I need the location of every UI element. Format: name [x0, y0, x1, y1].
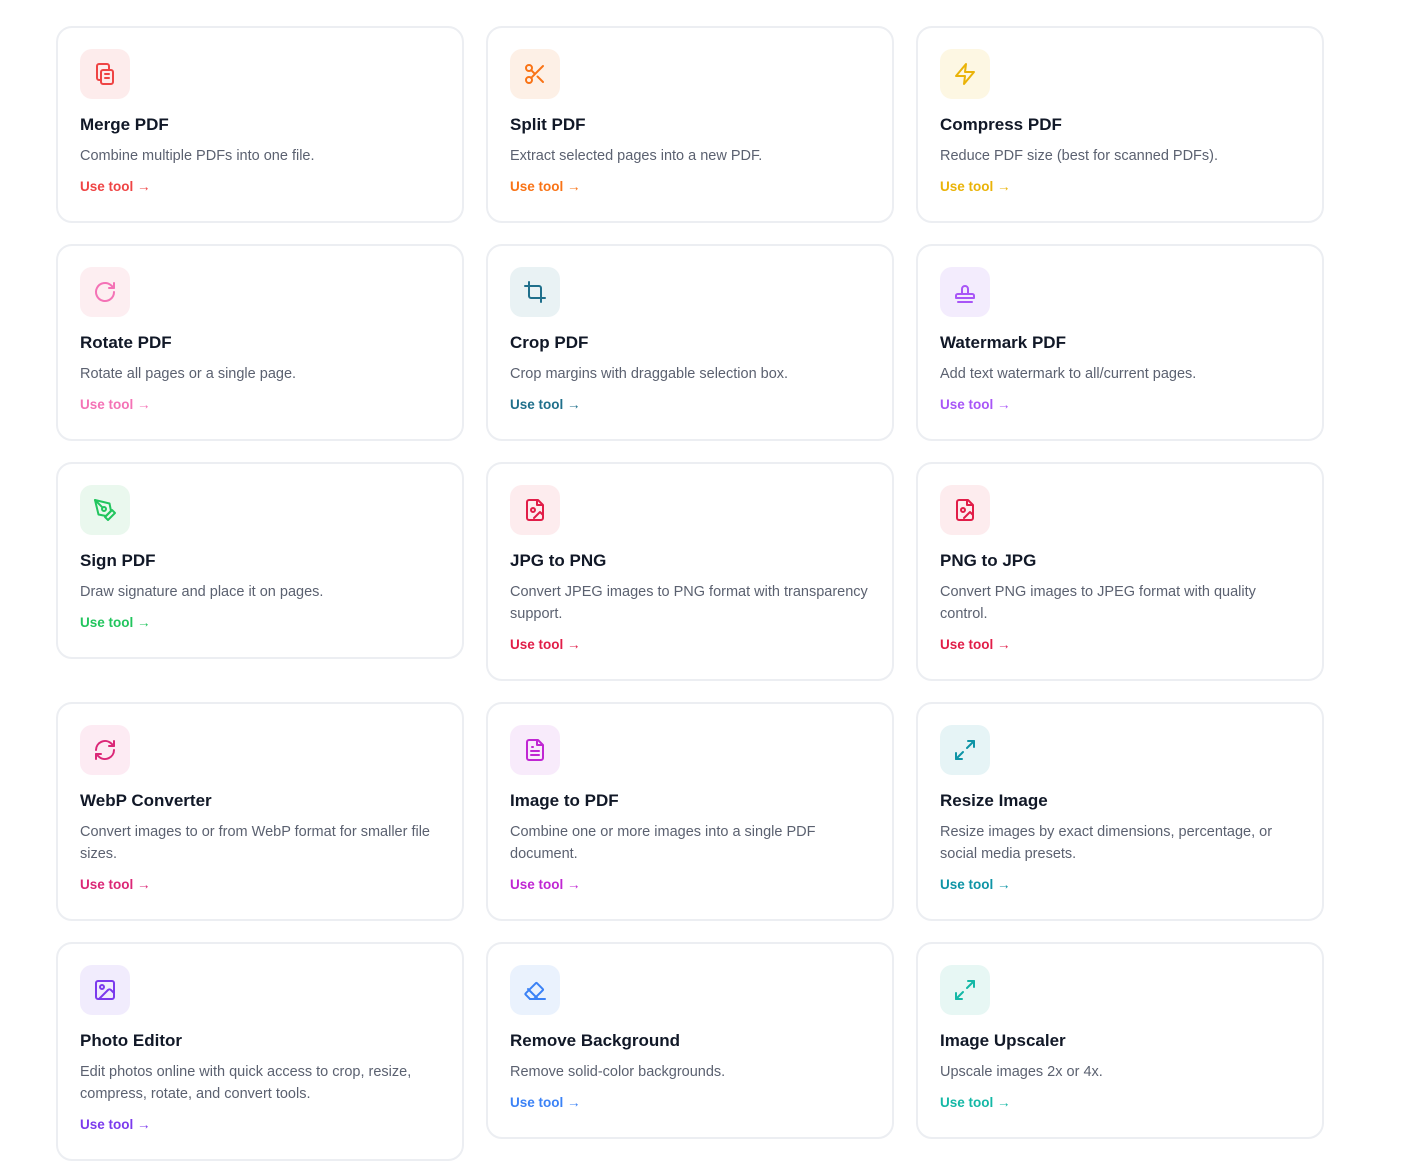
- scissors-icon: [510, 49, 560, 99]
- pen-tool-icon: [80, 485, 130, 535]
- file-image-icon: [510, 485, 560, 535]
- tool-description: Edit photos online with quick access to …: [80, 1064, 412, 1102]
- tool-card-merge-pdf[interactable]: Merge PDF Combine multiple PDFs into one …: [56, 26, 464, 223]
- tool-description: Remove solid-color backgrounds.: [510, 1064, 726, 1080]
- tool-title: Remove Background: [510, 1031, 681, 1050]
- stamp-icon: [940, 267, 990, 317]
- tool-card-rotate-pdf[interactable]: Rotate PDF Rotate all pages or a single p…: [56, 244, 464, 441]
- tool-card-resize-image[interactable]: Resize Image Resize images by exact dimen…: [916, 702, 1324, 921]
- use-tool-link[interactable]: Use tool →: [80, 876, 151, 894]
- use-tool-link[interactable]: Use tool →: [80, 178, 151, 196]
- tool-description: Reduce PDF size (best for scanned PDFs).: [940, 148, 1219, 164]
- tool-title: Sign PDF: [80, 551, 156, 570]
- tool-title: Resize Image: [940, 791, 1048, 810]
- use-tool-link[interactable]: Use tool →: [80, 1116, 151, 1134]
- tool-title: Split PDF: [510, 115, 586, 134]
- expand-icon: [940, 965, 990, 1015]
- tool-description: Extract selected pages into a new PDF.: [510, 148, 763, 164]
- tool-title: JPG to PNG: [510, 551, 607, 570]
- tool-card-webp-converter[interactable]: WebP Converter Convert images to or from …: [56, 702, 464, 921]
- tool-description: Resize images by exact dimensions, perce…: [940, 824, 1273, 862]
- tool-title: Merge PDF: [80, 115, 169, 134]
- tool-card-image-upscaler[interactable]: Image Upscaler Upscale images 2x or 4x. Us…: [916, 942, 1324, 1139]
- use-tool-link[interactable]: Use tool →: [80, 614, 151, 632]
- tool-card-split-pdf[interactable]: Split PDF Extract selected pages into a n…: [486, 26, 894, 223]
- tool-description: Combine one or more images into a single…: [510, 824, 816, 862]
- use-tool-link[interactable]: Use tool →: [940, 876, 1011, 894]
- use-tool-link[interactable]: Use tool →: [510, 178, 581, 196]
- tool-description: Convert JPEG images to PNG format with t…: [510, 584, 868, 622]
- use-tool-link[interactable]: Use tool →: [940, 396, 1011, 414]
- tool-card-sign-pdf[interactable]: Sign PDF Draw signature and place it on p…: [56, 462, 464, 659]
- tool-description: Draw signature and place it on pages.: [80, 584, 324, 600]
- tool-description: Rotate all pages or a single page.: [80, 366, 297, 382]
- tools-grid: Merge PDF Combine multiple PDFs into one …: [56, 26, 1324, 1161]
- tool-title: WebP Converter: [80, 791, 212, 810]
- image-icon: [80, 965, 130, 1015]
- tool-card-image-to-pdf[interactable]: Image to PDF Combine one or more images i…: [486, 702, 894, 921]
- file-text-icon: [510, 725, 560, 775]
- tool-description: Add text watermark to all/current pages.: [940, 366, 1197, 382]
- tool-card-remove-background[interactable]: Remove Background Remove solid-color back…: [486, 942, 894, 1139]
- tool-description: Crop margins with draggable selection bo…: [510, 366, 789, 382]
- tool-title: Image to PDF: [510, 791, 619, 810]
- tool-card-photo-editor[interactable]: Photo Editor Edit photos online with quic…: [56, 942, 464, 1161]
- use-tool-link[interactable]: Use tool →: [940, 636, 1011, 654]
- eraser-icon: [510, 965, 560, 1015]
- tool-description: Combine multiple PDFs into one file.: [80, 148, 315, 164]
- use-tool-link[interactable]: Use tool →: [940, 1094, 1011, 1112]
- rotate-icon: [80, 267, 130, 317]
- tool-card-png-to-jpg[interactable]: PNG to JPG Convert PNG images to JPEG for…: [916, 462, 1324, 681]
- tool-title: Crop PDF: [510, 333, 589, 352]
- maximize-icon: [940, 725, 990, 775]
- tool-title: Image Upscaler: [940, 1031, 1066, 1050]
- use-tool-link[interactable]: Use tool →: [510, 396, 581, 414]
- refresh-icon: [80, 725, 130, 775]
- tool-card-compress-pdf[interactable]: Compress PDF Reduce PDF size (best for sc…: [916, 26, 1324, 223]
- zap-icon: [940, 49, 990, 99]
- crop-icon: [510, 267, 560, 317]
- tool-title: Watermark PDF: [940, 333, 1066, 352]
- tool-description: Upscale images 2x or 4x.: [940, 1064, 1103, 1080]
- use-tool-link[interactable]: Use tool →: [510, 636, 581, 654]
- tool-title: Photo Editor: [80, 1031, 182, 1050]
- tool-card-crop-pdf[interactable]: Crop PDF Crop margins with draggable sele…: [486, 244, 894, 441]
- use-tool-link[interactable]: Use tool →: [510, 876, 581, 894]
- tool-card-watermark-pdf[interactable]: Watermark PDF Add text watermark to all/c…: [916, 244, 1324, 441]
- tool-title: Rotate PDF: [80, 333, 172, 352]
- file-image-icon: [940, 485, 990, 535]
- copy-icon: [80, 49, 130, 99]
- tool-title: PNG to JPG: [940, 551, 1037, 570]
- tool-card-jpg-to-png[interactable]: JPG to PNG Convert JPEG images to PNG for…: [486, 462, 894, 681]
- use-tool-link[interactable]: Use tool →: [80, 396, 151, 414]
- use-tool-link[interactable]: Use tool →: [940, 178, 1011, 196]
- tool-description: Convert PNG images to JPEG format with q…: [940, 584, 1256, 622]
- tool-title: Compress PDF: [940, 115, 1062, 134]
- tool-description: Convert images to or from WebP format fo…: [80, 824, 430, 862]
- use-tool-link[interactable]: Use tool →: [510, 1094, 581, 1112]
